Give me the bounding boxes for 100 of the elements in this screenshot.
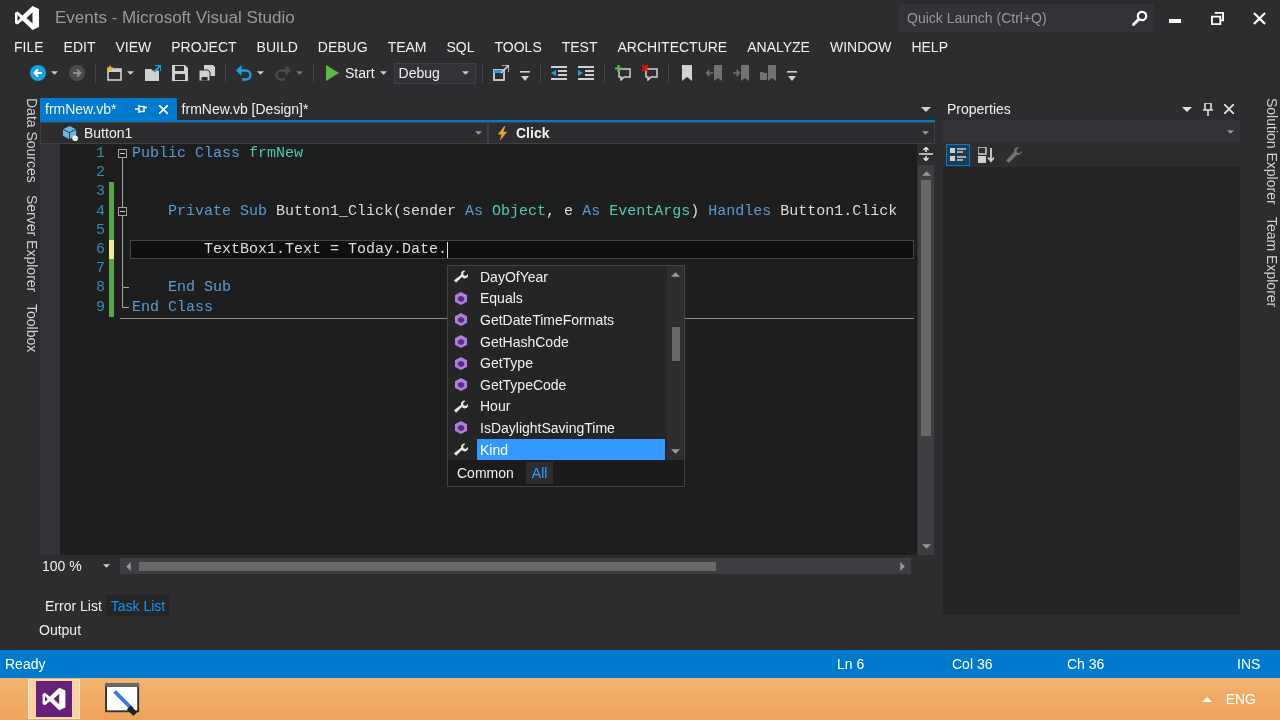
wrench-icon xyxy=(454,443,468,457)
side-tab[interactable]: Data Sources xyxy=(11,98,40,183)
completion-item[interactable]: Equals xyxy=(477,287,665,310)
code-line: Public Class frmNew xyxy=(132,144,304,164)
side-tab[interactable]: Server Explorer xyxy=(11,194,40,293)
cube-icon xyxy=(454,356,468,370)
filter-tab[interactable]: Common xyxy=(451,462,520,485)
pin-icon[interactable] xyxy=(1203,102,1213,116)
wrench-icon xyxy=(454,399,468,413)
menu-item[interactable]: PROJECT xyxy=(161,39,247,55)
menu-item[interactable]: TEST xyxy=(551,39,608,55)
menu-item[interactable]: DEBUG xyxy=(307,39,378,55)
menu-item[interactable]: FILE xyxy=(4,39,54,55)
scroll-right-arrow-icon[interactable] xyxy=(900,561,905,571)
caret-icon xyxy=(103,564,110,568)
window-title: Events - Microsoft Visual Studio xyxy=(55,8,295,28)
insert-mode-indicator: INS xyxy=(1237,656,1262,672)
line-number: 5 xyxy=(95,220,106,240)
scroll-up-arrow-icon[interactable] xyxy=(671,272,680,277)
object-dropdown[interactable]: Button1 xyxy=(40,122,488,144)
caret-icon xyxy=(922,131,929,135)
menu-item[interactable]: TEAM xyxy=(377,39,437,55)
bookmark-right-arrow-icon xyxy=(732,65,749,81)
output-tab[interactable]: Output xyxy=(39,622,82,638)
folder-icon xyxy=(145,65,161,81)
overflow-caret-icon xyxy=(786,70,797,82)
panel-title: Properties xyxy=(947,101,1011,117)
completion-item[interactable]: IsDaylightSavingTime xyxy=(477,417,665,439)
sort-down-icon xyxy=(978,147,994,163)
split-handle-icon[interactable] xyxy=(919,147,933,161)
start-button[interactable]: Start xyxy=(320,63,391,83)
scrollbar-thumb[interactable] xyxy=(921,180,931,436)
scrollbar-thumb[interactable] xyxy=(139,561,716,571)
scroll-left-arrow-icon[interactable] xyxy=(126,561,131,571)
scrollbar-thumb[interactable] xyxy=(671,327,680,361)
menu-item[interactable]: WINDOW xyxy=(819,39,902,55)
scroll-down-arrow-icon[interactable] xyxy=(671,449,680,455)
app-logo-icon xyxy=(36,681,72,717)
quick-launch-field[interactable]: Quick Launch (Ctrl+Q) xyxy=(899,4,1154,32)
cube-icon xyxy=(454,421,468,435)
menu-item[interactable]: SQL xyxy=(436,39,485,55)
taskbar-app-button[interactable] xyxy=(28,679,80,719)
code-line: Private Sub Button1_Click(sender As Object, e As EventArgs) Handles Button1.Click xyxy=(168,201,898,221)
completion-item[interactable]: GetHashCode xyxy=(477,330,665,353)
vertical-scrollbar[interactable] xyxy=(918,165,934,555)
menu-item[interactable]: VIEW xyxy=(105,39,162,55)
completion-item[interactable]: Hour xyxy=(477,395,665,418)
menu-item[interactable]: TOOLS xyxy=(484,39,552,55)
tool-window-tab[interactable]: Task List xyxy=(105,595,170,616)
line-number: 2 xyxy=(95,163,106,183)
tool-window-tab[interactable]: Error List xyxy=(40,595,106,616)
cube-icon xyxy=(454,335,468,349)
completion-item[interactable]: GetTypeCode xyxy=(477,373,665,396)
collapse-icon[interactable] xyxy=(118,206,127,216)
speech-bubble-plus-icon xyxy=(614,65,631,81)
side-tab[interactable]: Solution Explorer xyxy=(1249,98,1280,205)
menu-item[interactable]: ARCHITECTURE xyxy=(607,39,738,55)
configuration-dropdown[interactable]: Debug xyxy=(393,62,476,84)
menu-item[interactable]: ANALYZE xyxy=(737,39,820,55)
bookmark-folder-icon xyxy=(759,65,776,81)
status-message: Ready xyxy=(4,656,47,672)
completion-scrollbar[interactable] xyxy=(667,266,684,461)
line-number: 7 xyxy=(95,259,106,279)
categorized-button[interactable] xyxy=(946,144,970,166)
app-logo-icon xyxy=(15,6,39,30)
line-number: 8 xyxy=(95,278,106,298)
completion-item[interactable]: DayOfYear xyxy=(477,266,665,288)
menu-item[interactable]: BUILD xyxy=(246,39,308,55)
right-arrow-circle-icon xyxy=(69,65,85,81)
collapse-icon[interactable] xyxy=(118,149,127,158)
completion-item[interactable]: GetType xyxy=(477,352,665,374)
member-dropdown[interactable]: Click xyxy=(488,122,935,144)
restore-icon[interactable] xyxy=(1210,11,1224,25)
menu-item[interactable]: EDIT xyxy=(53,39,106,55)
caret-icon[interactable] xyxy=(921,106,931,112)
caret-icon xyxy=(1227,129,1234,134)
play-icon xyxy=(324,65,340,81)
wrench-icon xyxy=(454,270,468,284)
text-caret-icon xyxy=(447,241,449,258)
search-icon[interactable] xyxy=(1132,10,1148,26)
caret-icon xyxy=(461,71,469,75)
grid-list-icon xyxy=(950,147,966,163)
side-tab[interactable]: Team Explorer xyxy=(1249,216,1280,307)
horizontal-scrollbar[interactable] xyxy=(120,558,911,574)
menu-item[interactable]: HELP xyxy=(901,39,958,55)
close-icon[interactable] xyxy=(1224,104,1234,114)
scroll-up-arrow-icon[interactable] xyxy=(921,171,931,176)
bookmark-left-arrow-icon xyxy=(705,65,722,81)
document-tab[interactable]: frmNew.vb [Design]* xyxy=(176,98,315,120)
outdent-icon xyxy=(550,65,567,81)
code-line: End Sub xyxy=(168,278,232,298)
side-tab[interactable]: Toolbox xyxy=(11,304,40,353)
line-number: 6 xyxy=(95,239,106,260)
cube-icon xyxy=(454,313,468,327)
filter-tab[interactable]: All xyxy=(525,462,554,485)
caret-icon[interactable] xyxy=(1182,106,1192,112)
column-indicator: Col 36 xyxy=(952,656,994,672)
scroll-down-arrow-icon[interactable] xyxy=(921,544,931,549)
window-arrow-icon xyxy=(492,65,509,81)
completion-item[interactable]: GetDateTimeFormats xyxy=(477,309,665,331)
